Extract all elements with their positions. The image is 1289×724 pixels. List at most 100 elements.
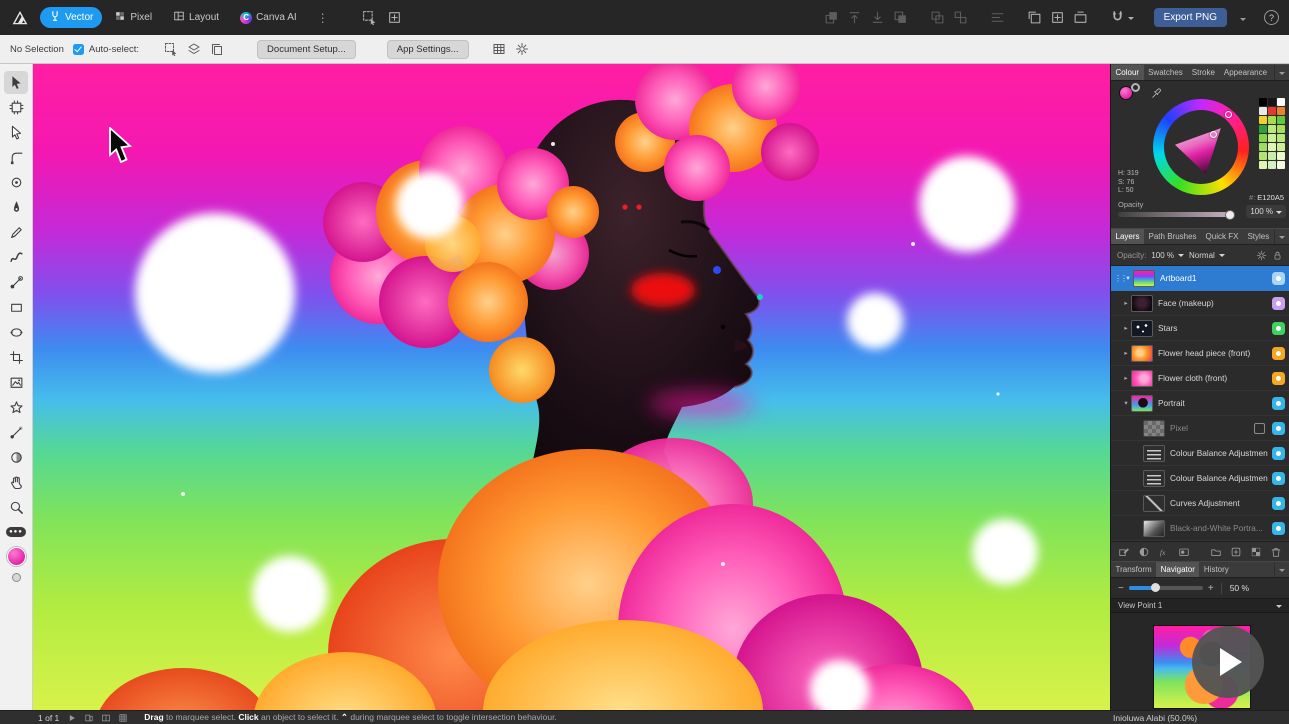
group-icon[interactable] — [930, 10, 945, 25]
play-button[interactable] — [1192, 626, 1264, 698]
move-to-front-icon[interactable] — [824, 10, 839, 25]
layer-visibility-toggle[interactable] — [1272, 346, 1285, 360]
zoom-out-button[interactable]: − — [1118, 583, 1124, 594]
tab-colour[interactable]: Colour — [1111, 65, 1144, 80]
artboards-icon[interactable] — [84, 713, 94, 723]
grid-icon[interactable] — [118, 713, 128, 723]
delete-layer-icon[interactable] — [1270, 546, 1282, 558]
marquee-mode-icon[interactable] — [164, 42, 178, 56]
tab-menu-chevron-icon[interactable] — [1274, 562, 1289, 577]
layer-row[interactable]: ▾ Portrait — [1111, 391, 1289, 416]
view-tool[interactable] — [4, 471, 28, 494]
tab-stroke[interactable]: Stroke — [1187, 65, 1219, 80]
zoom-slider-knob[interactable] — [1150, 583, 1160, 592]
colour-swatch[interactable] — [1277, 143, 1285, 151]
colour-swatch[interactable] — [1277, 152, 1285, 160]
layer-visibility-toggle[interactable] — [1272, 521, 1285, 535]
place-image-tool[interactable] — [4, 371, 28, 394]
opacity-slider-knob[interactable] — [1225, 209, 1235, 220]
shape-tool[interactable] — [4, 396, 28, 419]
layer-visibility-toggle[interactable] — [1272, 321, 1285, 335]
colour-swatch[interactable] — [1277, 116, 1285, 124]
colour-swatch[interactable] — [1268, 134, 1276, 142]
help-button[interactable]: ? — [1264, 10, 1279, 25]
active-colour-well[interactable] — [6, 547, 26, 566]
opacity-value-select[interactable]: 100 % — [1246, 205, 1286, 218]
move-to-back-icon[interactable] — [893, 10, 908, 25]
shade-selector[interactable] — [1210, 131, 1217, 138]
play-icon[interactable] — [67, 713, 77, 723]
persona-pixel[interactable]: Pixel — [105, 7, 161, 28]
view-point-bar[interactable]: View Point 1 — [1111, 598, 1289, 613]
corner-tool[interactable] — [4, 146, 28, 169]
export-png-button[interactable]: Export PNG — [1153, 8, 1227, 27]
colour-swatch[interactable] — [1259, 152, 1267, 160]
layer-expander-icon[interactable]: ▾ — [1123, 274, 1133, 282]
persona-layout[interactable]: Layout — [164, 7, 228, 28]
canvas[interactable] — [33, 64, 1110, 710]
add-layer-icon[interactable] — [1230, 546, 1242, 558]
snapping-icon[interactable] — [1110, 10, 1134, 25]
colour-swatch[interactable] — [1259, 107, 1267, 115]
transparency-tool[interactable] — [4, 446, 28, 469]
pencil-tool[interactable] — [4, 221, 28, 244]
move-tool[interactable] — [4, 71, 28, 94]
layer-row[interactable]: ▸ Face (makeup) — [1111, 291, 1289, 316]
layer-visibility-toggle[interactable] — [1272, 271, 1285, 285]
colour-swatch[interactable] — [1259, 116, 1267, 124]
layer-visibility-toggle[interactable] — [1272, 421, 1285, 435]
layer-expander-icon[interactable]: ▸ — [1121, 374, 1131, 382]
opacity-slider[interactable] — [1118, 209, 1235, 220]
layer-row[interactable]: Colour Balance Adjustmen — [1111, 441, 1289, 466]
layer-expander-icon[interactable]: ▸ — [1121, 299, 1131, 307]
colour-swatch[interactable] — [1259, 125, 1267, 133]
colour-swatch[interactable] — [1277, 98, 1285, 106]
lock-icon[interactable] — [1272, 250, 1283, 261]
tab-transform[interactable]: Transform — [1111, 562, 1156, 577]
persona-vector[interactable]: Vector — [40, 7, 103, 28]
colour-swatch[interactable] — [1268, 152, 1276, 160]
layer-visibility-toggle[interactable] — [1272, 296, 1285, 310]
zoom-tool[interactable] — [4, 496, 28, 519]
tab-appearance[interactable]: Appearance — [1219, 65, 1271, 80]
blend-mode-select[interactable]: Normal — [1189, 251, 1225, 260]
persona-canva-ai[interactable]: C Canva AI — [231, 7, 306, 28]
tab-layers[interactable]: Layers — [1111, 229, 1145, 244]
colour-swatch[interactable] — [1268, 98, 1276, 106]
layout-grid-icon[interactable] — [387, 10, 402, 25]
colour-swatch[interactable] — [1259, 143, 1267, 151]
split-view-icon[interactable] — [101, 713, 111, 723]
colour-swatch[interactable] — [1259, 161, 1267, 169]
tab-menu-chevron-icon[interactable] — [1274, 65, 1289, 80]
navigator-preview[interactable] — [1111, 613, 1289, 710]
edit-all-layers-icon[interactable] — [1118, 546, 1130, 558]
tab-path-brushes[interactable]: Path Brushes — [1144, 229, 1201, 244]
artboard-tool[interactable] — [4, 96, 28, 119]
auto-select-control[interactable]: Auto-select: — [72, 43, 139, 55]
colour-swatch[interactable] — [1277, 125, 1285, 133]
secondary-colour-well[interactable] — [11, 573, 21, 582]
tab-quick-fx[interactable]: Quick FX — [1201, 229, 1243, 244]
mask-layer-icon[interactable] — [1178, 546, 1190, 558]
ungroup-icon[interactable] — [953, 10, 968, 25]
hue-selector[interactable] — [1225, 111, 1232, 118]
layer-row[interactable]: Black-and-White Portra... — [1111, 516, 1289, 541]
layer-effects-icon[interactable]: fx — [1158, 546, 1170, 558]
layer-visibility-toggle[interactable] — [1272, 396, 1285, 410]
app-settings-button[interactable]: App Settings... — [386, 39, 469, 59]
tab-history[interactable]: History — [1199, 562, 1233, 577]
tab-navigator[interactable]: Navigator — [1156, 562, 1200, 577]
colour-wheel[interactable] — [1153, 99, 1249, 195]
layer-visibility-toggle[interactable] — [1272, 496, 1285, 510]
layer-visibility-toggle[interactable] — [1272, 371, 1285, 385]
selection-helper-icon[interactable] — [362, 10, 377, 25]
layer-row[interactable]: Pixel — [1111, 416, 1289, 441]
group-layers-icon[interactable] — [1210, 546, 1222, 558]
colour-swatch[interactable] — [1259, 134, 1267, 142]
eyedropper-icon[interactable] — [1151, 86, 1163, 104]
zoom-in-button[interactable]: + — [1208, 583, 1214, 594]
more-personas-button[interactable]: ⋮ — [312, 11, 334, 25]
colour-swatch[interactable] — [1259, 98, 1267, 106]
colour-swatch[interactable] — [1268, 161, 1276, 169]
move-backward-icon[interactable] — [870, 10, 885, 25]
